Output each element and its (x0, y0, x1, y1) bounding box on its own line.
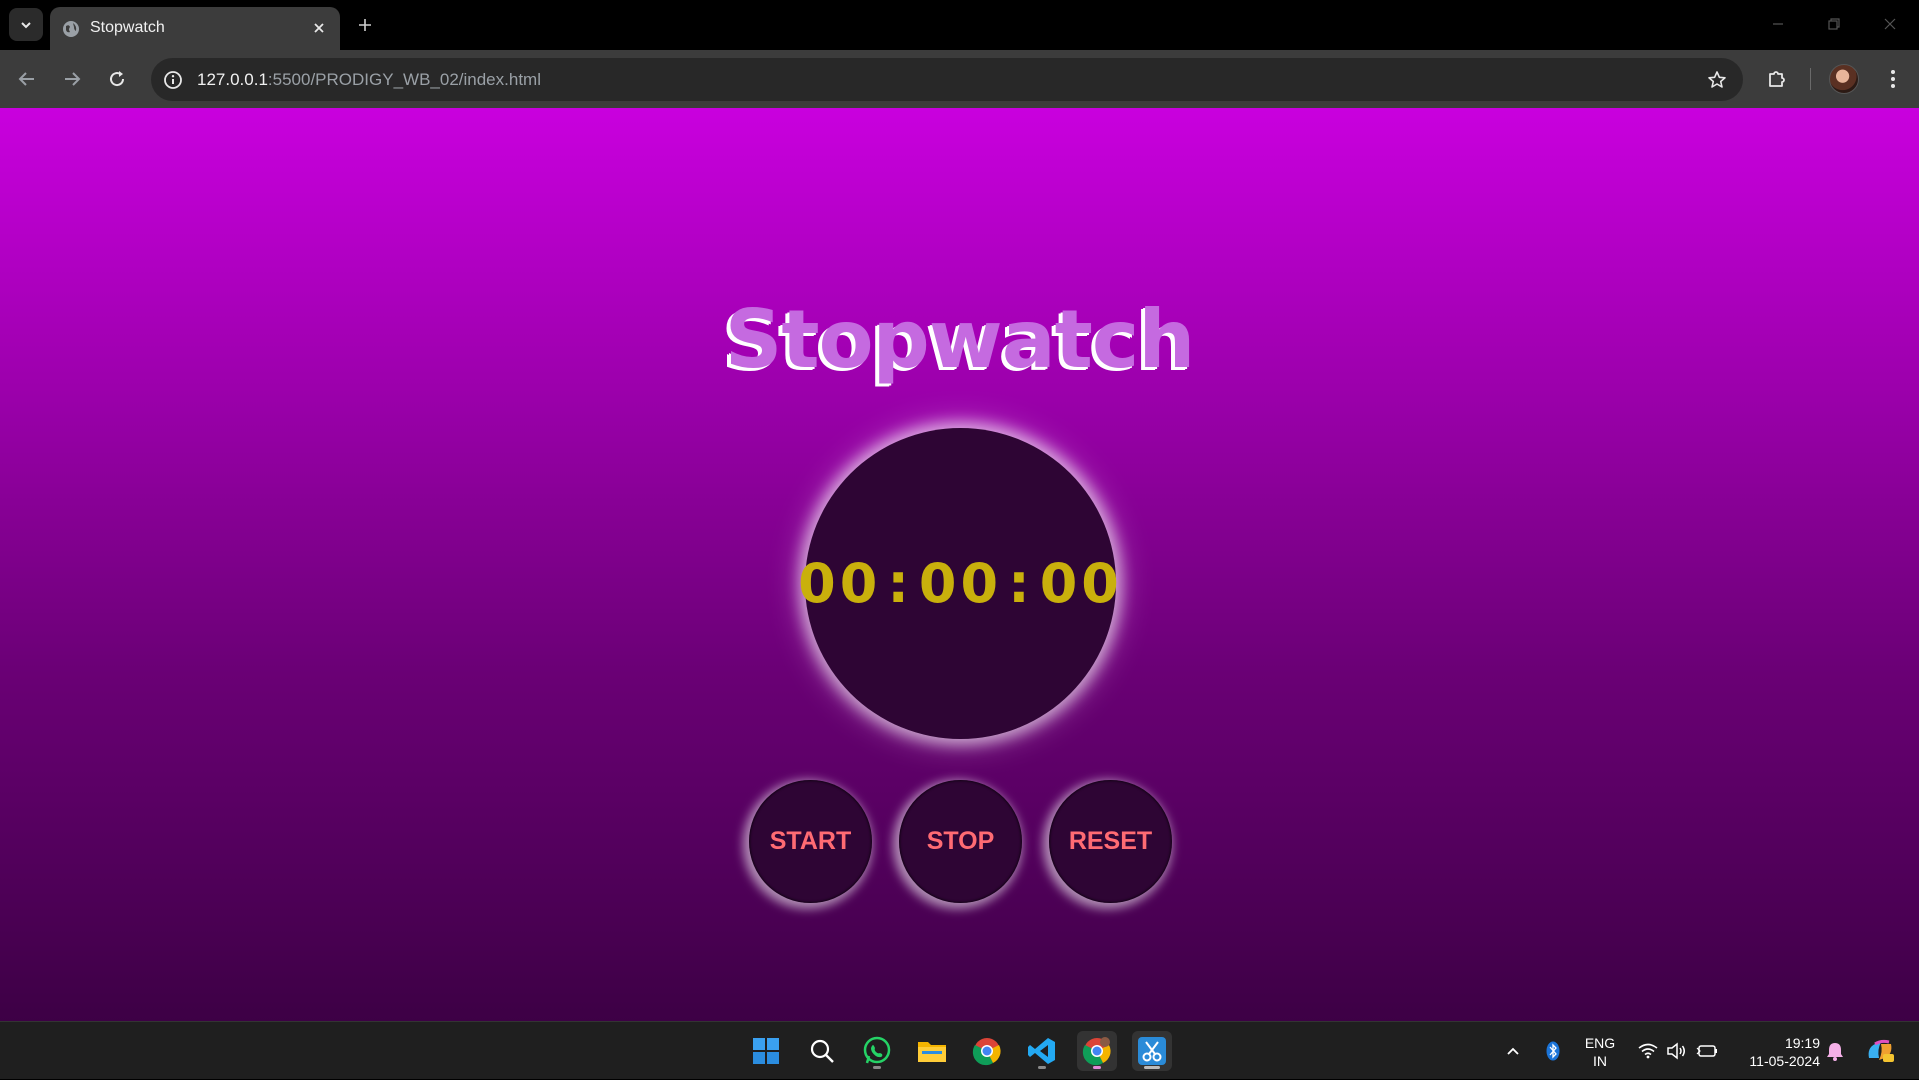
start-menu-button[interactable] (746, 1031, 786, 1071)
running-indicator (1093, 1066, 1101, 1069)
close-icon (1884, 18, 1896, 30)
volume-tray[interactable] (1664, 1022, 1688, 1080)
clock-time: 19:19 (1784, 1035, 1820, 1051)
bluetooth-icon (1546, 1041, 1560, 1061)
copilot-icon (1868, 1039, 1894, 1062)
time-display: 00 : 00 : 00 (798, 552, 1123, 615)
url-text: 127.0.0.1:5500/PRODIGY_WB_02/index.html (197, 70, 541, 89)
show-hidden-icons-button[interactable] (1500, 1022, 1526, 1080)
taskbar-chrome[interactable] (967, 1031, 1007, 1071)
forward-button[interactable] (55, 62, 89, 96)
close-window-button[interactable] (1872, 8, 1908, 40)
profile-avatar[interactable] (1829, 64, 1859, 94)
wifi-icon (1638, 1043, 1658, 1059)
chevron-up-icon (1507, 1047, 1519, 1055)
extensions-button[interactable] (1760, 62, 1794, 96)
running-indicator (1144, 1066, 1160, 1069)
language-indicator[interactable]: ENG IN (1580, 1034, 1620, 1070)
wifi-tray[interactable] (1636, 1022, 1660, 1080)
speaker-icon (1667, 1042, 1685, 1060)
bell-icon (1827, 1043, 1843, 1061)
reload-button[interactable] (100, 62, 134, 96)
restore-button[interactable] (1816, 8, 1852, 40)
tab-title: Stopwatch (90, 19, 165, 36)
page-title: Stopwatch (724, 293, 1196, 386)
browser-titlebar: Stopwatch (0, 0, 1919, 50)
whatsapp-icon (863, 1036, 891, 1064)
back-button[interactable] (10, 62, 44, 96)
taskbar-file-explorer[interactable] (912, 1031, 952, 1071)
address-bar[interactable]: 127.0.0.1:5500/PRODIGY_WB_02/index.html (151, 58, 1743, 101)
arrow-left-icon (18, 72, 34, 86)
bookmark-star-icon[interactable] (1705, 68, 1729, 92)
taskbar-vscode[interactable] (1022, 1031, 1062, 1071)
taskbar-whatsapp[interactable] (857, 1031, 897, 1071)
more-vertical-icon (1891, 70, 1895, 88)
taskbar-snipping-tool[interactable] (1132, 1031, 1172, 1071)
language-code: ENG (1584, 1035, 1616, 1051)
toolbar-divider (1810, 68, 1811, 90)
reload-icon (110, 71, 125, 87)
restore-icon (1828, 18, 1840, 30)
chrome-profile-icon (1082, 1037, 1111, 1066)
taskbar-chrome-profile[interactable] (1077, 1031, 1117, 1071)
reset-button[interactable]: RESET (1049, 780, 1172, 903)
browser-menu-button[interactable] (1876, 62, 1910, 96)
minimize-icon (1773, 23, 1783, 25)
page-viewport: Stopwatch 00 : 00 : 00 START STOP RESET (0, 108, 1919, 1021)
search-icon (810, 1039, 834, 1063)
running-indicator (873, 1066, 881, 1069)
minimize-button[interactable] (1760, 8, 1796, 40)
time-separator: : (1008, 552, 1034, 615)
os-taskbar: ENG IN 19:19 11-05-2024 (0, 1021, 1919, 1079)
hours-value: 00 (798, 552, 882, 615)
vscode-icon (1028, 1038, 1055, 1064)
stopwatch-dial: 00 : 00 : 00 (798, 428, 1119, 739)
plus-icon (359, 19, 371, 31)
taskbar-search-button[interactable] (802, 1031, 842, 1071)
tab-search-button[interactable] (9, 8, 43, 41)
notifications-button[interactable] (1822, 1022, 1848, 1080)
globe-icon (63, 21, 79, 37)
battery-tray[interactable] (1694, 1022, 1720, 1080)
running-indicator (1038, 1066, 1046, 1069)
region-code: IN (1593, 1053, 1607, 1069)
time-separator: : (887, 552, 913, 615)
close-icon (314, 23, 324, 33)
chrome-icon (972, 1038, 1001, 1066)
minutes-value: 00 (918, 552, 1003, 615)
tab-close-button[interactable] (306, 15, 332, 41)
system-clock[interactable]: 19:19 11-05-2024 (1730, 1034, 1820, 1070)
battery-icon (1696, 1045, 1717, 1057)
copilot-button[interactable] (1862, 1022, 1898, 1080)
arrow-right-icon (65, 72, 81, 86)
new-tab-button[interactable] (350, 10, 380, 40)
site-info-icon[interactable] (161, 68, 185, 92)
windows-logo-icon (753, 1038, 779, 1064)
stop-button[interactable]: STOP (899, 780, 1022, 903)
folder-icon (918, 1042, 946, 1062)
chevron-down-icon (21, 21, 31, 28)
browser-tab[interactable]: Stopwatch (50, 7, 340, 50)
scissors-icon (1138, 1037, 1166, 1065)
clock-date: 11-05-2024 (1749, 1053, 1820, 1069)
seconds-value: 00 (1039, 552, 1123, 615)
browser-toolbar: 127.0.0.1:5500/PRODIGY_WB_02/index.html (0, 50, 1919, 108)
bluetooth-tray[interactable] (1540, 1022, 1566, 1080)
start-button[interactable]: START (749, 780, 872, 903)
puzzle-icon (1769, 71, 1785, 87)
